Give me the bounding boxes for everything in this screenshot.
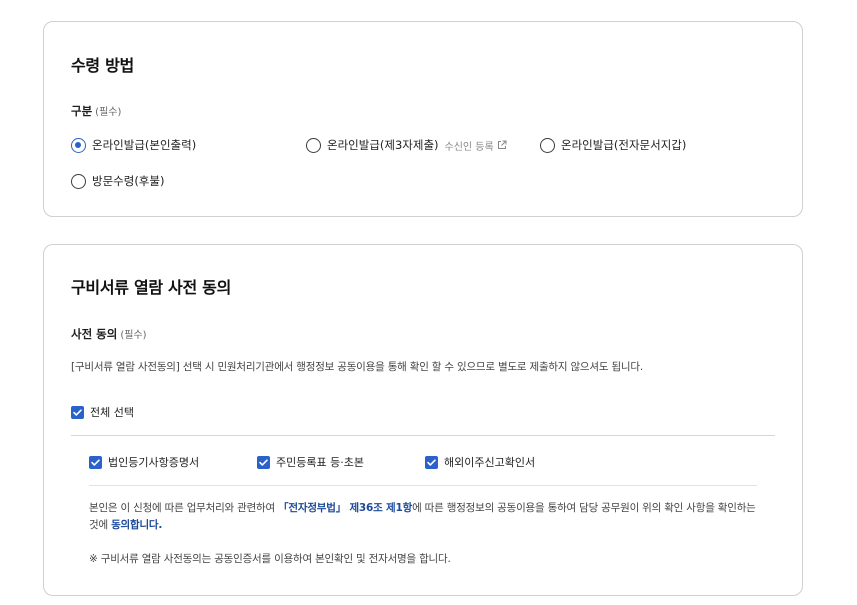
consent-notice: 본인은 이 신청에 따른 업무처리와 관련하여 「전자정부법」 제36조 제1항…	[89, 500, 764, 534]
checkbox-box[interactable]	[257, 455, 270, 469]
radio-label: 온라인발급(전자문서지갑)	[561, 138, 687, 152]
consent-footnote: ※ 구비서류 열람 사전동의는 공동인증서를 이용하여 본인확인 및 전자서명을…	[89, 553, 451, 565]
radio-online-third-party[interactable]: 온라인발급(제3자제출) 수신인 등록	[306, 137, 507, 153]
radio-online-self-print[interactable]: 온라인발급(본인출력)	[71, 137, 196, 153]
select-all-checkbox[interactable]: 전체 선택	[71, 404, 134, 420]
checkbox-label: 법인등기사항증명서	[108, 456, 200, 469]
checkbox-box[interactable]	[425, 455, 438, 469]
radio-online-e-wallet[interactable]: 온라인발급(전자문서지갑)	[540, 137, 686, 153]
checkbox-emigration-report[interactable]: 해외이주신고확인서	[425, 454, 535, 470]
checkbox-label: 전체 선택	[90, 406, 134, 419]
field-label: 사전 동의 (필수)	[71, 326, 147, 342]
checkbox-label: 주민등록표 등·초본	[276, 456, 364, 469]
radio-label: 방문수령(후불)	[92, 174, 165, 188]
consent-description: [구비서류 열람 사전동의] 선택 시 민원처리기관에서 행정정보 공동이용을 …	[71, 361, 643, 373]
receipt-method-section: 수령 방법 구분 (필수) 온라인발급(본인출력) 온라인발급(제3자제출) 수신…	[43, 21, 803, 217]
radio-visit-pickup[interactable]: 방문수령(후불)	[71, 173, 164, 189]
notice-text: 본인은 이 신청에 따른 업무처리와 관련하여	[89, 502, 279, 514]
check-icon	[259, 458, 268, 466]
radio-label: 온라인발급(제3자제출)	[327, 138, 439, 152]
radio-circle[interactable]	[306, 137, 321, 153]
section-title: 수령 방법	[71, 56, 134, 75]
checkbox-box[interactable]	[89, 455, 102, 469]
recipient-register-label: 수신인 등록	[444, 141, 494, 153]
check-icon	[73, 408, 82, 416]
required-mark: (필수)	[120, 330, 147, 341]
radio-circle[interactable]	[71, 173, 86, 189]
field-label-text: 사전 동의	[71, 327, 118, 341]
checkbox-label: 해외이주신고확인서	[444, 456, 536, 469]
external-link-icon	[497, 140, 507, 149]
radio-label: 온라인발급(본인출력)	[92, 138, 197, 152]
notice-agree-text: 동의합니다.	[111, 519, 163, 531]
field-label-text: 구분	[71, 104, 93, 118]
document-consent-section: 구비서류 열람 사전 동의 사전 동의 (필수) [구비서류 열람 사전동의] 선…	[43, 244, 803, 596]
notice-law-reference: 「전자정부법」 제36조 제1항	[278, 502, 413, 514]
checkbox-corporate-registry[interactable]: 법인등기사항증명서	[89, 454, 199, 470]
field-label: 구분 (필수)	[71, 103, 121, 119]
checkbox-box[interactable]	[71, 405, 84, 419]
radio-circle[interactable]	[71, 137, 86, 153]
checkbox-resident-registration[interactable]: 주민등록표 등·초본	[257, 454, 364, 470]
recipient-register-link[interactable]: 수신인 등록	[445, 138, 507, 153]
check-icon	[91, 458, 100, 466]
radio-circle[interactable]	[540, 137, 555, 153]
divider	[71, 435, 775, 436]
required-mark: (필수)	[95, 107, 122, 118]
check-icon	[427, 458, 436, 466]
divider	[89, 485, 757, 486]
section-title: 구비서류 열람 사전 동의	[71, 278, 232, 297]
